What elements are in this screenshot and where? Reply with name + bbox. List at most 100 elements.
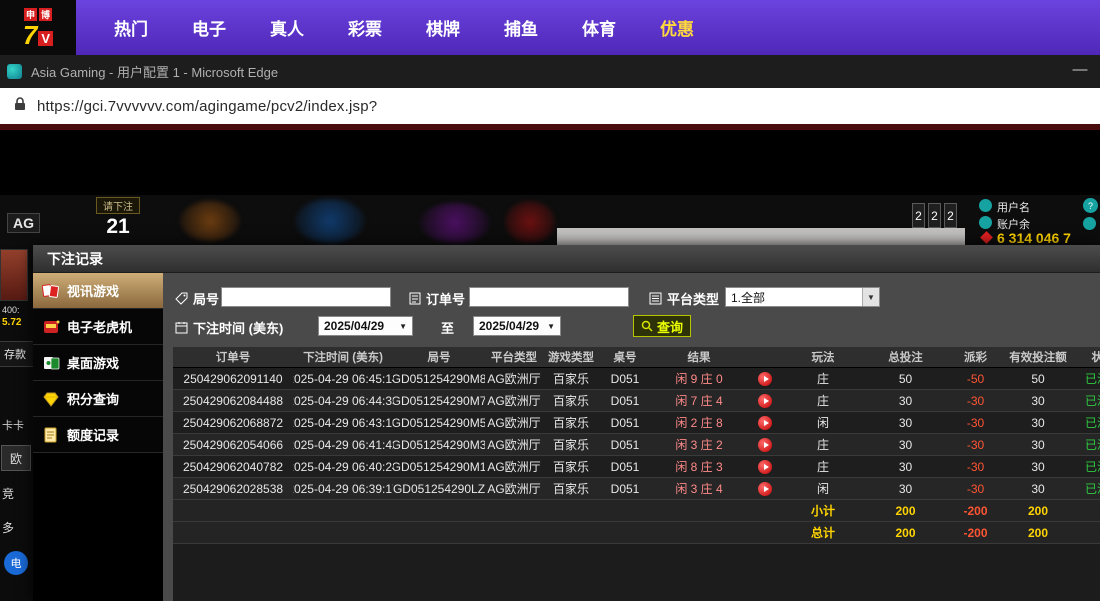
table-cell: 30: [863, 456, 948, 477]
platform-selected-value: 1.全部: [731, 289, 765, 306]
play-replay-button[interactable]: [758, 438, 772, 452]
nav-item-live[interactable]: 真人: [270, 15, 304, 40]
banner-blob: [180, 201, 240, 241]
col-header-6: 结果: [651, 347, 747, 367]
table-cell: AG欧洲厅: [485, 390, 543, 411]
logo-badge-2: 博: [39, 8, 52, 21]
site-navbar: 申 博 7 V 热门 电子 真人 彩票 棋牌 捕鱼 体育 优惠: [0, 0, 1100, 55]
minimize-button[interactable]: —: [1066, 61, 1094, 78]
table-cell: AG欧洲厅: [485, 478, 543, 499]
bet-prompt-label: 请下注: [96, 197, 140, 214]
table-cell: 闲 3 庄 2: [651, 434, 747, 455]
strip-item-4[interactable]: 多: [2, 519, 14, 536]
round-input[interactable]: [221, 287, 391, 307]
records-menu: 视讯游戏 电子老虎机 桌面游戏: [33, 273, 163, 601]
table-cell: -50: [948, 368, 1003, 389]
summary-cell: [293, 522, 393, 543]
col-header-2: 局号: [393, 347, 485, 367]
table-cell: 2025-04-29 06:40:24: [293, 456, 393, 477]
play-cell: [747, 456, 783, 477]
play-icon: [764, 420, 769, 426]
url-text[interactable]: https://gci.7vvvvvv.com/agingame/pcv2/in…: [37, 98, 377, 115]
chevron-down-icon: ▼: [547, 322, 555, 331]
play-replay-button[interactable]: [758, 460, 772, 474]
summary-cell: [651, 522, 747, 543]
search-button[interactable]: 查询: [633, 315, 691, 337]
page-top-band: [0, 124, 1100, 130]
table-cell: D051: [599, 390, 651, 411]
menu-item-slot-machine[interactable]: 电子老虎机: [33, 309, 163, 345]
summary-cell: 200: [1003, 522, 1073, 543]
table-row: 2504290620688722025-04-29 06:43:10GD0512…: [173, 412, 1100, 434]
menu-label: 额度记录: [67, 425, 119, 444]
table-cell: 庄: [783, 434, 863, 455]
service-icon[interactable]: [1083, 217, 1096, 230]
summary-cell: [747, 500, 783, 521]
logo-badge-1: 申: [24, 8, 37, 21]
table-cell: GD051254290M3: [393, 434, 485, 455]
table-cell: 庄: [783, 368, 863, 389]
play-replay-button[interactable]: [758, 482, 772, 496]
play-replay-button[interactable]: [758, 416, 772, 430]
menu-item-video-games[interactable]: 视讯游戏: [33, 273, 163, 309]
table-cell: 百家乐: [543, 412, 599, 433]
strip-item-1[interactable]: 卡卡: [2, 417, 24, 433]
table-row: 2504290620540662025-04-29 06:41:42GD0512…: [173, 434, 1100, 456]
menu-item-table-games[interactable]: 桌面游戏: [33, 345, 163, 381]
table-cell: 30: [863, 390, 948, 411]
table-cell: -30: [948, 478, 1003, 499]
date-from-value: 2025/04/29: [324, 319, 384, 333]
table-cell: D051: [599, 478, 651, 499]
order-input[interactable]: [469, 287, 629, 307]
nav-item-slots[interactable]: 电子: [192, 15, 226, 40]
bet-records-modal: 下注记录 视讯游戏 电子老虎机: [33, 245, 1100, 601]
card: 2: [944, 203, 957, 228]
table-cell: 30: [1003, 390, 1073, 411]
nav-item-sports[interactable]: 体育: [582, 15, 616, 40]
date-from-picker[interactable]: 2025/04/29 ▼: [318, 316, 413, 336]
to-label: 至: [441, 318, 454, 337]
col-header-9: 总投注: [863, 347, 948, 367]
table-cell: GD051254290LZ: [393, 478, 485, 499]
table-cell: -30: [948, 434, 1003, 455]
banner-blob: [420, 203, 490, 243]
address-bar[interactable]: https://gci.7vvvvvv.com/agingame/pcv2/in…: [0, 88, 1100, 124]
strip-item-2[interactable]: 欧: [1, 445, 31, 471]
strip-item-3[interactable]: 竞: [2, 485, 14, 502]
site-logo[interactable]: 申 博 7 V: [0, 0, 76, 55]
table-cell: 已派彩: [1073, 434, 1100, 455]
nav-items: 热门 电子 真人 彩票 棋牌 捕鱼 体育 优惠: [92, 15, 716, 40]
table-cell: 闲: [783, 478, 863, 499]
menu-item-points-query[interactable]: 积分查询: [33, 381, 163, 417]
table-cell: 2025-04-29 06:45:14: [293, 368, 393, 389]
deposit-link[interactable]: 存款: [0, 341, 33, 367]
lock-icon[interactable]: [13, 96, 27, 117]
modal-titlebar: 下注记录: [33, 245, 1100, 273]
help-icon[interactable]: ?: [1083, 198, 1098, 213]
strip-item-5[interactable]: 电: [4, 551, 28, 575]
tab-favicon: [7, 64, 22, 79]
summary-cell: [173, 500, 293, 521]
nav-item-cards[interactable]: 棋牌: [426, 15, 460, 40]
date-to-picker[interactable]: 2025/04/29 ▼: [473, 316, 561, 336]
platform-label: 平台类型: [667, 289, 719, 308]
play-replay-button[interactable]: [758, 394, 772, 408]
table-cell: D051: [599, 456, 651, 477]
nav-item-hot[interactable]: 热门: [114, 15, 148, 40]
col-header-7: [747, 347, 783, 367]
play-icon: [764, 486, 769, 492]
bet-time-label-group: 下注时间 (美东): [175, 318, 283, 337]
nav-item-promo[interactable]: 优惠: [660, 15, 694, 40]
platform-select[interactable]: 1.全部 ▼: [725, 287, 880, 307]
play-replay-button[interactable]: [758, 372, 772, 386]
table-cell: 闲 8 庄 3: [651, 456, 747, 477]
table-cell: 庄: [783, 390, 863, 411]
menu-item-quota-records[interactable]: 额度记录: [33, 417, 163, 453]
modal-body: 视讯游戏 电子老虎机 桌面游戏: [33, 273, 1100, 601]
summary-cell: 总计: [783, 522, 863, 543]
play-icon: [764, 376, 769, 382]
nav-item-lottery[interactable]: 彩票: [348, 15, 382, 40]
light-strip: [557, 228, 965, 245]
table-cell: AG欧洲厅: [485, 456, 543, 477]
nav-item-fishing[interactable]: 捕鱼: [504, 15, 538, 40]
